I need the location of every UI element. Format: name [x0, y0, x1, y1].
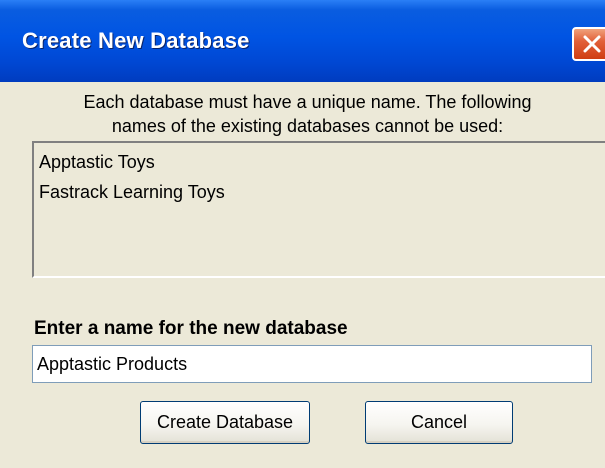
window-title: Create New Database [22, 28, 250, 53]
database-name-label: Enter a name for the new database [34, 318, 348, 339]
close-button[interactable] [572, 27, 605, 61]
instructions-line-2: names of the existing databases cannot b… [111, 116, 504, 136]
instructions-text: Each database must have a unique name. T… [20, 90, 595, 138]
database-name-input[interactable] [32, 345, 592, 383]
cancel-button[interactable]: Cancel [365, 401, 513, 444]
list-item: Fastrack Learning Toys [39, 182, 225, 202]
existing-databases-list[interactable]: Apptastic Toys Fastrack Learning Toys [32, 141, 605, 278]
list-item: Apptastic Toys [39, 152, 155, 172]
instructions-line-1: Each database must have a unique name. T… [83, 92, 532, 112]
create-database-button[interactable]: Create Database [140, 401, 310, 444]
close-icon [583, 35, 601, 53]
title-bar[interactable]: Create New Database [0, 0, 605, 82]
create-database-dialog: Create New Database Each database must h… [0, 0, 605, 468]
